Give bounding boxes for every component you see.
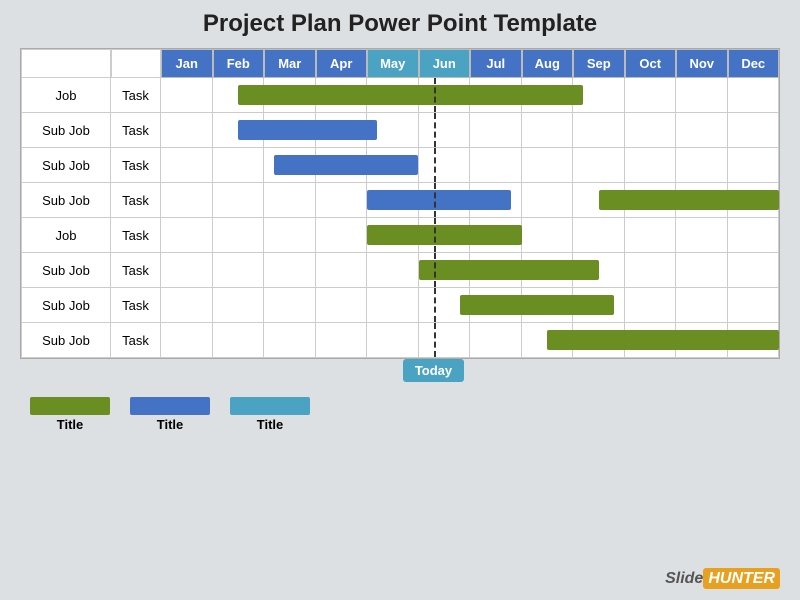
legend-item-2: Title bbox=[230, 397, 310, 432]
today-line bbox=[434, 183, 436, 217]
today-line bbox=[434, 218, 436, 252]
legend-item-0: Title bbox=[30, 397, 110, 432]
gantt-area-5 bbox=[161, 253, 779, 287]
gantt-row-0: JobTask bbox=[21, 78, 779, 113]
row-task-4: Task bbox=[111, 218, 161, 252]
legend-item-1: Title bbox=[130, 397, 210, 432]
legend-color-0 bbox=[30, 397, 110, 415]
row-task-2: Task bbox=[111, 148, 161, 182]
row-label-3: Sub Job bbox=[21, 183, 111, 217]
today-line bbox=[434, 253, 436, 287]
month-header-feb: Feb bbox=[213, 49, 265, 78]
row-label-1: Sub Job bbox=[21, 113, 111, 147]
legend-label-1: Title bbox=[157, 417, 184, 432]
month-header-jun: Jun bbox=[419, 49, 471, 78]
row-label-5: Sub Job bbox=[21, 253, 111, 287]
gantt-row-3: Sub JobTask bbox=[21, 183, 779, 218]
today-line bbox=[434, 323, 436, 357]
gantt-area-3 bbox=[161, 183, 779, 217]
row-task-1: Task bbox=[111, 113, 161, 147]
gantt-area-4 bbox=[161, 218, 779, 252]
gantt-row-6: Sub JobTask bbox=[21, 288, 779, 323]
month-header-row: JanFebMarAprMayJunJulAugSepOctNovDec bbox=[21, 49, 779, 78]
gantt-area-1 bbox=[161, 113, 779, 147]
month-header-jul: Jul bbox=[470, 49, 522, 78]
gantt-row-2: Sub JobTask bbox=[21, 148, 779, 183]
month-header-aug: Aug bbox=[522, 49, 574, 78]
gantt-chart: JanFebMarAprMayJunJulAugSepOctNovDec Job… bbox=[20, 48, 780, 359]
row-label-7: Sub Job bbox=[21, 323, 111, 357]
legend-color-1 bbox=[130, 397, 210, 415]
month-header-dec: Dec bbox=[728, 49, 780, 78]
month-header-may: May bbox=[367, 49, 419, 78]
gantt-area-6 bbox=[161, 288, 779, 322]
header-empty-job bbox=[21, 49, 111, 78]
legend-label-0: Title bbox=[57, 417, 84, 432]
gantt-row-5: Sub JobTask bbox=[21, 253, 779, 288]
hunter-text: HUNTER bbox=[703, 568, 780, 589]
row-task-5: Task bbox=[111, 253, 161, 287]
legend-color-2 bbox=[230, 397, 310, 415]
gantt-row-1: Sub JobTask bbox=[21, 113, 779, 148]
gantt-row-4: JobTask bbox=[21, 218, 779, 253]
month-header-mar: Mar bbox=[264, 49, 316, 78]
row-label-0: Job bbox=[21, 78, 111, 112]
month-header-oct: Oct bbox=[625, 49, 677, 78]
header-empty-task bbox=[111, 49, 161, 78]
row-label-6: Sub Job bbox=[21, 288, 111, 322]
gantt-area-7 bbox=[161, 323, 779, 357]
page-title: Project Plan Power Point Template bbox=[203, 10, 597, 38]
month-header-jan: Jan bbox=[161, 49, 213, 78]
today-line bbox=[434, 113, 436, 147]
month-header-sep: Sep bbox=[573, 49, 625, 78]
row-label-4: Job bbox=[21, 218, 111, 252]
today-button[interactable]: Today bbox=[403, 359, 464, 382]
today-line bbox=[434, 288, 436, 322]
today-section: Today bbox=[20, 359, 780, 389]
gantt-row-7: Sub JobTask bbox=[21, 323, 779, 358]
today-line bbox=[434, 148, 436, 182]
row-task-7: Task bbox=[111, 323, 161, 357]
legend-row: Title Title Title bbox=[20, 397, 780, 432]
row-task-0: Task bbox=[111, 78, 161, 112]
month-header-apr: Apr bbox=[316, 49, 368, 78]
row-label-2: Sub Job bbox=[21, 148, 111, 182]
today-line bbox=[434, 78, 436, 112]
gantt-area-2 bbox=[161, 148, 779, 182]
legend-label-2: Title bbox=[257, 417, 284, 432]
row-task-3: Task bbox=[111, 183, 161, 217]
row-task-6: Task bbox=[111, 288, 161, 322]
branding: SlideHUNTER bbox=[665, 570, 780, 588]
gantt-area-0 bbox=[161, 78, 779, 112]
slide-text: Slide bbox=[665, 570, 703, 587]
month-header-nov: Nov bbox=[676, 49, 728, 78]
